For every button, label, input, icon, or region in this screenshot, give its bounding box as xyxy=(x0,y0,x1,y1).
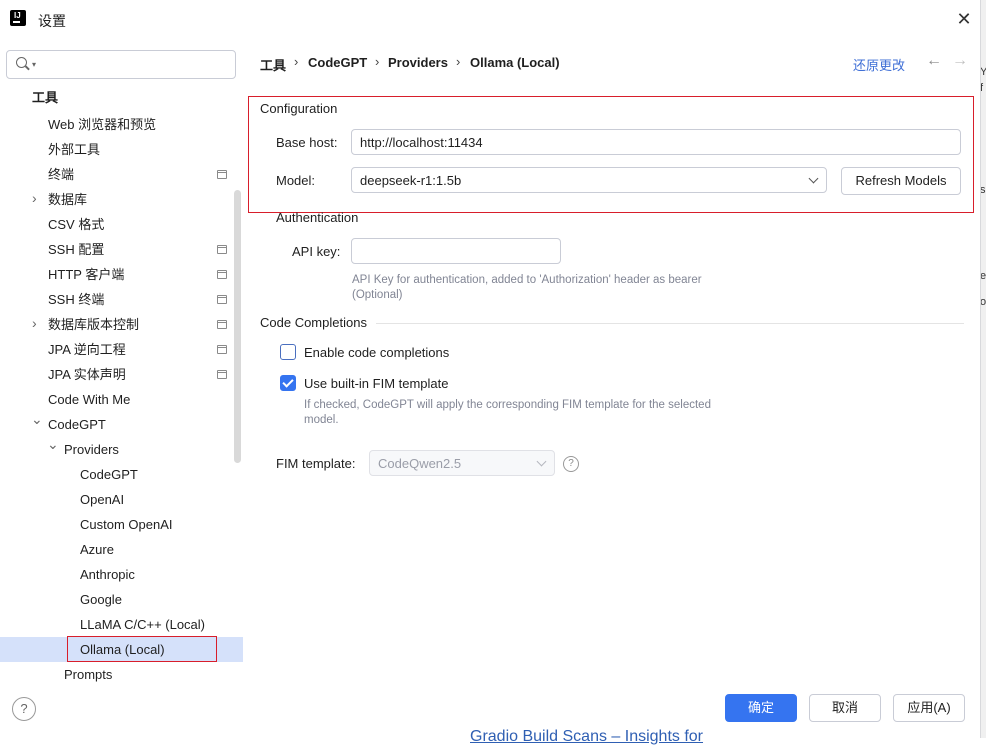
base-host-label: Base host: xyxy=(276,135,338,150)
enable-completions-checkbox[interactable] xyxy=(280,344,296,360)
project-scope-icon xyxy=(217,320,227,329)
authentication-title: Authentication xyxy=(276,210,359,225)
fim-template-hint: If checked, CodeGPT will apply the corre… xyxy=(304,399,711,426)
help-icon[interactable]: ? xyxy=(12,697,36,721)
project-scope-icon xyxy=(217,170,227,179)
expand-arrow-icon[interactable]: › xyxy=(32,186,37,211)
api-key-field[interactable] xyxy=(351,238,561,264)
sidebar-item-provider-custom-openai[interactable]: Custom OpenAI xyxy=(80,512,173,537)
section-divider xyxy=(376,323,964,324)
base-host-field[interactable] xyxy=(351,129,961,155)
sidebar-item-jpa-entity[interactable]: JPA 实体声明 xyxy=(48,362,126,387)
sidebar-item-web-browser[interactable]: Web 浏览器和预览 xyxy=(48,112,156,137)
sidebar-item-http-client[interactable]: HTTP 客户端 xyxy=(48,262,124,287)
settings-dialog: IJ 设置 ✕ ▾ 工具 Web 浏览器和预览 外部工具 终端 › 数据库 CS… xyxy=(0,0,981,738)
fim-template-checkbox-label[interactable]: Use built-in FIM template xyxy=(304,376,449,391)
model-select[interactable]: deepseek-r1:1.5b xyxy=(351,167,827,193)
enable-completions-label[interactable]: Enable code completions xyxy=(304,345,449,360)
sidebar-item-provider-llama[interactable]: LLaMA C/C++ (Local) xyxy=(80,612,205,637)
app-icon: IJ xyxy=(10,10,26,26)
sidebar-item-ssh-config[interactable]: SSH 配置 xyxy=(48,237,104,262)
model-label: Model: xyxy=(276,173,316,188)
configuration-title: Configuration xyxy=(260,101,338,116)
fim-template-value: CodeQwen2.5 xyxy=(378,456,462,471)
sidebar-item-tools[interactable]: 工具 xyxy=(32,85,58,110)
project-scope-icon xyxy=(217,345,227,354)
sidebar-item-terminal[interactable]: 终端 xyxy=(48,162,74,187)
cancel-button[interactable]: 取消 xyxy=(809,694,881,722)
fim-template-select: CodeQwen2.5 xyxy=(369,450,555,476)
sidebar-item-database[interactable]: 数据库 xyxy=(48,187,87,212)
back-arrow-icon[interactable]: ← xyxy=(926,52,942,70)
sidebar-item-jpa-reverse[interactable]: JPA 逆向工程 xyxy=(48,337,126,362)
search-options-icon[interactable]: ▾ xyxy=(32,60,36,69)
window-title: 设置 xyxy=(38,13,66,29)
api-key-label: API key: xyxy=(292,244,341,259)
collapse-arrow-icon[interactable]: ⌄ xyxy=(31,407,43,432)
code-completions-title: Code Completions xyxy=(260,315,367,330)
breadcrumb-item: Ollama (Local) xyxy=(470,55,560,70)
breadcrumb-separator: › xyxy=(294,54,299,69)
sidebar-scrollbar[interactable] xyxy=(234,190,241,463)
close-icon[interactable]: ✕ xyxy=(954,9,974,29)
api-key-input[interactable] xyxy=(352,239,560,263)
chevron-down-icon xyxy=(808,173,819,184)
sidebar-item-code-with-me[interactable]: Code With Me xyxy=(48,387,130,412)
sidebar-item-provider-google[interactable]: Google xyxy=(80,587,122,612)
sidebar-item-provider-codegpt[interactable]: CodeGPT xyxy=(80,462,138,487)
background-snippet: Gradio Build Scans – Insights for xyxy=(470,728,704,745)
help-icon[interactable]: ? xyxy=(563,456,579,472)
apply-button[interactable]: 应用(A) xyxy=(893,694,965,722)
sidebar-item-ssh-terminal[interactable]: SSH 终端 xyxy=(48,287,104,312)
project-scope-icon xyxy=(217,295,227,304)
sidebar-item-csv[interactable]: CSV 格式 xyxy=(48,212,104,237)
sidebar-item-external-tools[interactable]: 外部工具 xyxy=(48,137,100,162)
fim-template-checkbox[interactable] xyxy=(280,375,296,391)
reset-changes-link[interactable]: 还原更改 xyxy=(853,55,905,74)
model-value: deepseek-r1:1.5b xyxy=(360,173,462,188)
sidebar-item-providers[interactable]: Providers xyxy=(64,437,119,462)
chevron-down-icon xyxy=(536,456,547,467)
sidebar-item-db-vcs[interactable]: 数据库版本控制 xyxy=(48,312,139,337)
breadcrumb-item[interactable]: CodeGPT xyxy=(308,55,367,70)
forward-arrow-icon[interactable]: → xyxy=(952,52,968,70)
search-input[interactable] xyxy=(45,54,229,76)
title-bar: IJ 设置 ✕ xyxy=(0,0,980,38)
project-scope-icon xyxy=(217,270,227,279)
breadcrumb-separator: › xyxy=(456,54,461,69)
breadcrumb-item[interactable]: 工具 xyxy=(260,55,286,74)
breadcrumb-separator: › xyxy=(375,54,380,69)
sidebar-item-provider-azure[interactable]: Azure xyxy=(80,537,114,562)
base-host-input[interactable] xyxy=(352,130,960,154)
settings-search[interactable]: ▾ xyxy=(6,50,236,79)
project-scope-icon xyxy=(217,245,227,254)
sidebar-highlight-box xyxy=(67,636,217,662)
collapse-arrow-icon[interactable]: ⌄ xyxy=(47,432,59,457)
fim-template-label: FIM template: xyxy=(276,456,356,471)
refresh-models-button[interactable]: Refresh Models xyxy=(841,167,961,195)
project-scope-icon xyxy=(217,370,227,379)
expand-arrow-icon[interactable]: › xyxy=(32,311,37,336)
sidebar-item-provider-openai[interactable]: OpenAI xyxy=(80,487,124,512)
search-icon xyxy=(16,57,27,68)
sidebar-item-provider-anthropic[interactable]: Anthropic xyxy=(80,562,135,587)
ok-button[interactable]: 确定 xyxy=(725,694,797,722)
breadcrumb-item[interactable]: Providers xyxy=(388,55,448,70)
api-key-hint: API Key for authentication, added to 'Au… xyxy=(352,274,702,301)
